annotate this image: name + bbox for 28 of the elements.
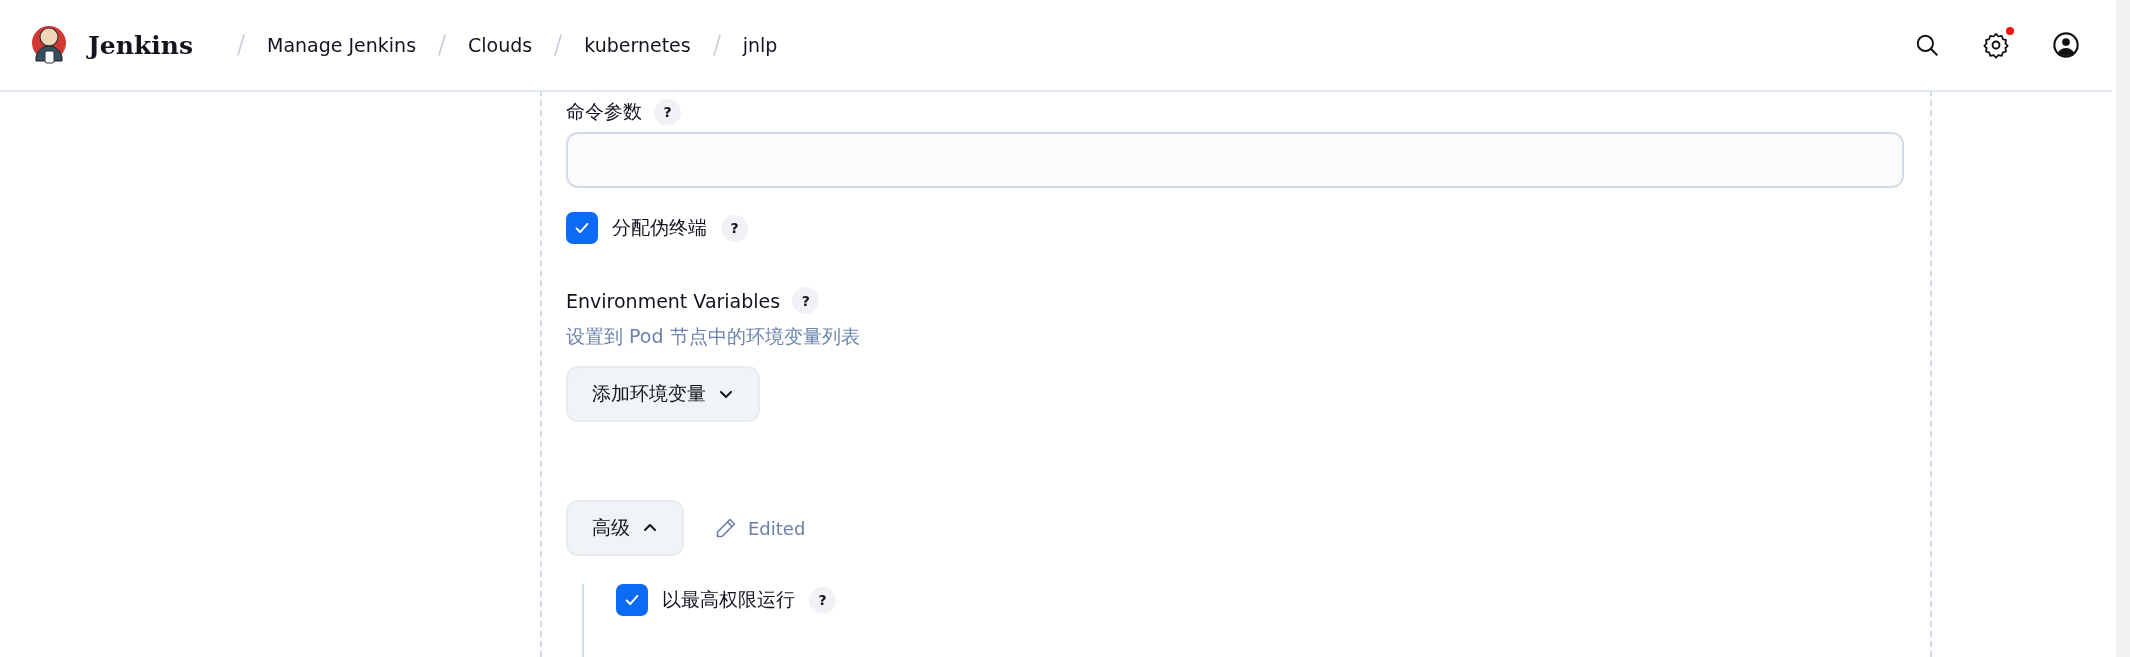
pencil-icon [714, 516, 738, 540]
checkbox[interactable] [566, 212, 598, 244]
user-icon[interactable] [2052, 31, 2080, 59]
breadcrumb-link[interactable]: kubernetes [584, 34, 691, 56]
checkbox[interactable] [616, 584, 648, 616]
breadcrumb-separator-icon [235, 33, 247, 57]
field-description: 设置到 Pod 节点中的环境变量列表 [566, 324, 861, 349]
search-icon[interactable] [1914, 32, 1940, 58]
breadcrumb-separator-icon [436, 33, 449, 57]
settings-icon[interactable] [1982, 31, 2010, 59]
add-variable-button[interactable]: 添加环境变量 [566, 366, 760, 422]
advanced-button[interactable]: 高级 [566, 500, 684, 556]
help-button[interactable]: ? [654, 98, 681, 126]
edited-label: Edited [748, 517, 806, 539]
help-button[interactable]: ? [721, 214, 748, 242]
breadcrumb-link[interactable]: Clouds [468, 34, 533, 56]
breadcrumb-separator-icon [710, 33, 723, 57]
checkbox-label: 分配伪终端 [612, 215, 707, 240]
field-label: 命令参数 [566, 99, 642, 124]
breadcrumb-link[interactable]: Manage Jenkins [267, 34, 417, 56]
app-title[interactable]: Jenkins [88, 30, 193, 60]
help-button[interactable]: ? [809, 586, 836, 614]
breadcrumb-separator-icon [552, 33, 565, 57]
checkbox-label: 以最高权限运行 [662, 587, 795, 612]
breadcrumb-link[interactable]: jnlp [742, 34, 778, 56]
input-field[interactable] [566, 132, 1904, 188]
help-button[interactable]: ? [792, 287, 820, 314]
field-label: Environment Variables [566, 289, 781, 312]
